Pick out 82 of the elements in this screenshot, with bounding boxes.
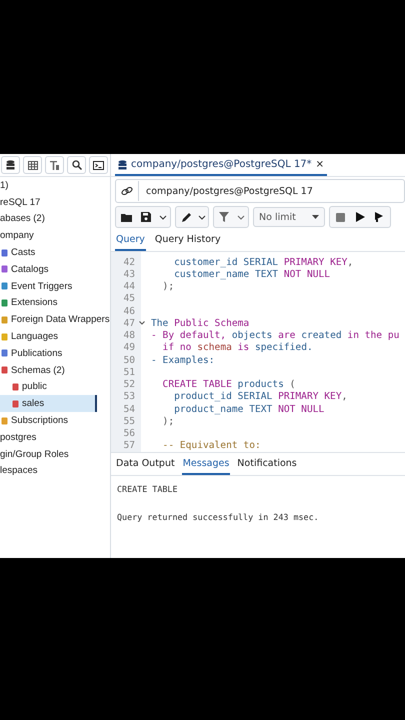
limit-dropdown[interactable]: No limit — [253, 207, 325, 227]
tree-item[interactable]: 1) — [0, 177, 97, 194]
tree-item[interactable]: Catalogs — [0, 260, 97, 278]
connection-field[interactable]: company/postgres@PostgreSQL 17 — [115, 179, 405, 203]
search-icon[interactable] — [67, 156, 86, 174]
line-number: 42 — [122, 256, 136, 268]
output-tab[interactable]: Messages — [182, 453, 230, 475]
code-text: product_id SERIAL — [173, 391, 274, 402]
code-text: NOT NULL — [284, 268, 330, 280]
tree-item[interactable]: Event Triggers — [0, 278, 97, 295]
code-text: if no — [162, 342, 192, 354]
line-number: 56 — [122, 428, 136, 440]
tree-item[interactable]: lespaces — [0, 462, 97, 480]
code-text: products — [238, 379, 285, 390]
line-number: 48 — [122, 330, 136, 342]
code-text: PRIMARY KEY — [284, 256, 348, 268]
code-text: customer_id SERIAL — [173, 256, 280, 268]
output-tab[interactable]: Notifications — [236, 453, 298, 475]
line-number: 57 — [122, 440, 136, 452]
code-text: ); — [162, 281, 174, 292]
line-number: 54 — [122, 404, 136, 415]
code-text: , — [347, 256, 354, 268]
line-number: 44 — [122, 281, 136, 292]
tree-item[interactable]: Subscriptions — [0, 412, 97, 429]
fold-icon[interactable] — [139, 321, 145, 326]
message-text: CREATE TABLE — [117, 484, 179, 494]
query-tab[interactable]: Query History — [154, 229, 222, 251]
table-icon[interactable] — [23, 156, 42, 174]
close-button[interactable]: × — [316, 159, 324, 170]
tree-item[interactable]: Languages — [0, 328, 97, 345]
line-number: 50 — [122, 354, 136, 366]
tree-item[interactable]: Extensions — [0, 294, 97, 312]
tree-item[interactable]: Casts — [0, 244, 97, 261]
tree-item[interactable]: abases (2) — [0, 210, 97, 228]
code-text: NOT NULL — [278, 404, 324, 415]
line-number: 45 — [122, 293, 136, 304]
code-text: ( — [290, 379, 296, 390]
code-text: schema — [197, 342, 233, 354]
caret-icon — [312, 215, 319, 219]
tree-item[interactable]: public — [0, 378, 97, 396]
line-number: 49 — [122, 342, 136, 354]
tree-item[interactable]: Foreign Data Wrappers — [0, 311, 112, 328]
code-text: PRIMARY KEY — [278, 391, 342, 402]
code-text: ); — [162, 416, 174, 427]
line-number: 51 — [122, 366, 136, 378]
output-tab[interactable]: Data Output — [115, 453, 176, 475]
code-text: is — [238, 342, 250, 354]
code-text: specified. — [254, 342, 313, 354]
tree-item[interactable]: Schemas (2) — [0, 362, 97, 379]
line-number: 53 — [122, 391, 136, 402]
terminal-icon[interactable] — [89, 156, 108, 174]
database-icon — [118, 160, 127, 170]
filter-table-icon[interactable] — [45, 156, 64, 174]
line-number: 52 — [122, 379, 136, 390]
tree-item[interactable]: Publications — [0, 344, 97, 362]
code-text: product_name TEXT — [173, 404, 274, 415]
code-text: CREATE TABLE — [162, 379, 233, 390]
code-text: -- Equivalent to: — [162, 440, 261, 452]
code-text: - Examples: — [151, 354, 215, 366]
code-text: in the pu — [347, 330, 400, 342]
code-text: created — [301, 330, 343, 342]
link-icon — [121, 186, 133, 196]
tree-item[interactable]: gin/Group Roles — [0, 446, 97, 463]
code-text: Public Schema — [174, 318, 250, 329]
code-text: The — [151, 318, 170, 329]
code-text: customer_name TEXT — [173, 268, 280, 280]
tree-item[interactable]: ompany — [0, 227, 97, 244]
line-number: 55 — [122, 416, 136, 427]
code-text: , — [342, 391, 348, 402]
line-number: 43 — [122, 268, 136, 280]
code-text: objects — [232, 330, 274, 342]
tree-item[interactable]: reSQL 17 — [0, 194, 97, 211]
code-text: are — [278, 330, 296, 342]
message-text: Query returned successfully in 243 msec. — [117, 512, 320, 522]
tree-item[interactable]: postgres — [0, 428, 97, 446]
database-icon[interactable] — [1, 156, 20, 174]
code-text: - By default, — [151, 330, 228, 342]
line-number: 47 — [122, 318, 136, 329]
editor-tab[interactable]: company/postgres@PostgreSQL 17* × — [115, 155, 328, 176]
line-number: 46 — [122, 306, 136, 317]
tab-title: company/postgres@PostgreSQL 17* — [131, 159, 312, 170]
tree-item[interactable]: sales — [0, 395, 97, 412]
